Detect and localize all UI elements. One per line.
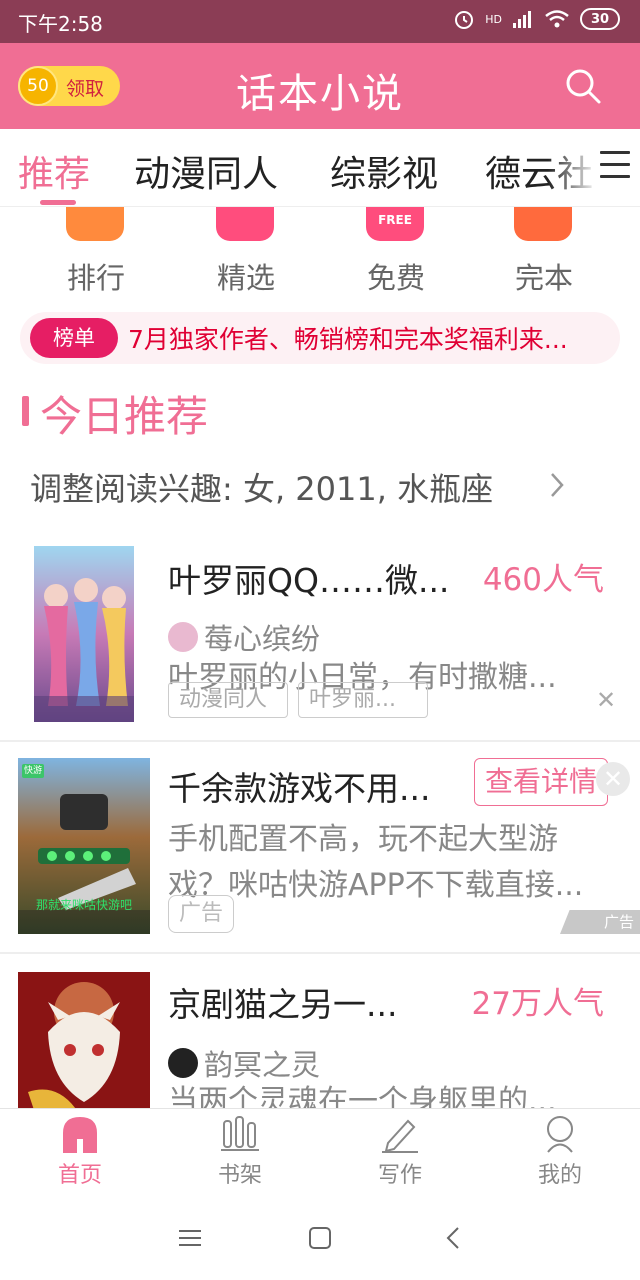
nav-bookshelf[interactable]: 书架 [180,1115,300,1189]
ad-description-line2: 戏？咪咕快游APP不下载直接... [168,868,584,903]
category-tabs: 推荐 动漫同人 综影视 德云社 [0,129,640,207]
home-icon [63,1117,97,1153]
book-tag[interactable]: 动漫同人 [168,682,288,718]
tab-film-tv[interactable]: 综影视 [330,145,438,197]
nav-label: 书架 [217,1163,262,1188]
tab-anime-fanfic[interactable]: 动漫同人 [134,145,278,197]
book-description: 当两个灵魂在一个身躯里的... [168,1084,557,1108]
pencil-icon [382,1119,418,1153]
menu-icon[interactable] [176,1224,204,1252]
section-title: 今日推荐 [40,392,209,441]
view-details-button[interactable]: 查看详情 [474,758,608,806]
author-avatar [168,622,198,652]
bottom-nav: 首页 书架 写作 我的 [0,1108,640,1196]
nav-home[interactable]: 首页 [20,1115,140,1189]
app-title: 话本小说 [236,71,404,117]
ranking-icon[interactable] [66,207,124,241]
app-header: 50 领取 话本小说 [0,43,640,129]
status-bar: 下午2:58 HD 30 [0,0,640,43]
status-icons: HD 30 [453,8,620,30]
tab-indicator [40,200,76,205]
ad-description-line1: 手机配置不高，玩不起大型游 [168,822,558,857]
book-title[interactable]: 叶罗丽QQ……微... [168,554,449,602]
signal-icon [513,11,531,28]
ad-badge: 广告 [168,895,234,933]
book-cover[interactable] [34,546,134,722]
book-card[interactable]: 京剧猫之另一... 27万人气 韵冥之灵 当两个灵魂在一个身躯里的... [0,954,640,1108]
network-type: HD [485,12,502,26]
category-featured[interactable]: 精选 [186,255,306,297]
ad-card[interactable]: 快游 那就来咪咕快游吧 千余款游戏不用... 查看详情 ✕ 手机配置不高，玩不起… [0,742,640,952]
home-square-icon[interactable] [306,1224,334,1252]
close-ad-icon[interactable]: ✕ [596,762,630,796]
ad-title[interactable]: 千余款游戏不用... [168,762,430,810]
chevron-right-icon[interactable] [548,470,566,500]
ad-corner-label: 广告 [560,910,640,934]
back-icon[interactable] [440,1224,468,1252]
status-time: 下午2:58 [18,12,103,36]
category-completed[interactable]: 完本 [484,255,604,297]
completed-icon[interactable] [514,207,572,241]
battery-icon: 30 [580,8,620,30]
search-icon[interactable] [564,67,602,105]
bookshelf-icon [221,1116,259,1151]
banner-tag: 榜单 [30,318,118,358]
ad-image-logo: 快游 [24,766,43,776]
book-card[interactable]: 叶罗丽QQ……微... 460人气 莓心缤纷 叶罗丽的小日常，有时撒糖... 动… [0,530,640,738]
ad-image[interactable]: 快游 那就来咪咕快游吧 [18,758,150,934]
banner-text: 7月独家作者、畅销榜和完本奖福利来... [128,325,568,354]
nav-write[interactable]: 写作 [340,1115,460,1189]
close-icon[interactable]: ✕ [596,686,616,714]
book-tag[interactable]: 叶罗丽... [298,682,428,718]
section-marker [22,396,29,426]
book-title[interactable]: 京剧猫之另一... [168,978,397,1026]
nav-label: 首页 [57,1163,102,1188]
nav-label: 写作 [377,1163,422,1188]
free-icon[interactable]: FREE [366,207,424,241]
category-free[interactable]: 免费 [336,255,456,297]
popularity: 27万人气 [471,986,604,1022]
announcement-banner[interactable]: 榜单 7月独家作者、畅销榜和完本奖福利来... [20,312,620,364]
adjust-interest-link[interactable]: 调整阅读兴趣: 女, 2011, 水瓶座 [30,464,493,510]
tabs-menu-icon[interactable] [600,151,630,181]
nav-label: 我的 [537,1163,582,1188]
category-ranking[interactable]: 排行 [36,255,156,297]
alarm-icon [455,11,474,29]
author-avatar [168,1048,198,1078]
wifi-icon [545,10,569,28]
tab-recommend[interactable]: 推荐 [18,145,90,197]
profile-icon [547,1116,573,1153]
system-nav-bar [0,1196,640,1280]
popularity: 460人气 [482,562,604,598]
free-badge: FREE [378,213,412,227]
featured-icon[interactable] [216,207,274,241]
nav-profile[interactable]: 我的 [500,1115,620,1189]
book-cover[interactable] [18,972,150,1108]
ad-image-caption: 那就来咪咕快游吧 [35,898,132,912]
